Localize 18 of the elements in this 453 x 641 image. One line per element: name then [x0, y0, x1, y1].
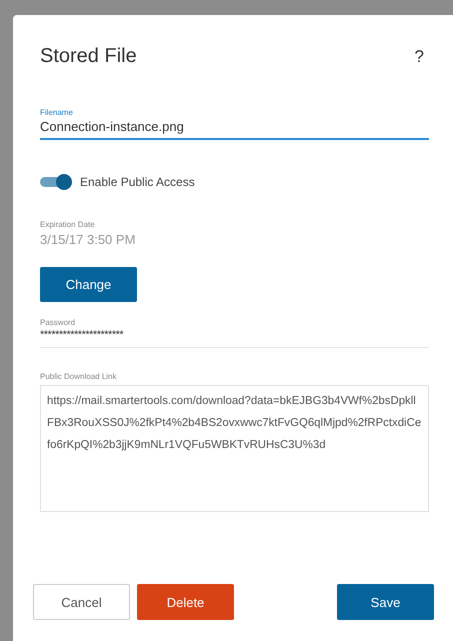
expiration-date: 3/15/17 3:50 PM — [40, 232, 136, 247]
field-value: Connection-instance.png — [40, 119, 185, 134]
primary-dialog-button[interactable]: Save — [337, 584, 434, 620]
danger-dialog-button[interactable]: Delete — [137, 584, 234, 620]
plain-dialog-button[interactable]: Cancel — [33, 584, 130, 620]
dialog-title: Stored File — [40, 45, 137, 68]
help-button[interactable]: ? — [414, 46, 424, 66]
filename-field[interactable]: Filename Connection-instance.png — [40, 108, 429, 140]
toggle-label: Enable Public Access — [80, 175, 195, 189]
password-field[interactable]: Password ********************** — [40, 318, 429, 348]
password-value: ********************** — [40, 329, 124, 341]
field-label: Public Download Link — [40, 372, 118, 381]
change-button[interactable]: Change — [40, 267, 137, 302]
toggle-switch[interactable] — [40, 174, 72, 190]
link-text-area[interactable]: https://mail.smartertools.com/download?data=bkEJBG3b4VWf%2bsDpkllFBx3RouXSS0J%2fkPt4%2b4BS2ovxwwc7ktFvGQ6qlMjpd%2fRPctxdiCefo6rKpQI%2b3jjK9mNLr1VQFu5WBKTvRUHsC3U%3d — [40, 385, 429, 512]
field-label: Password — [40, 318, 76, 327]
field-label: Expiration Date — [40, 220, 96, 229]
field-label: Filename — [40, 108, 74, 117]
